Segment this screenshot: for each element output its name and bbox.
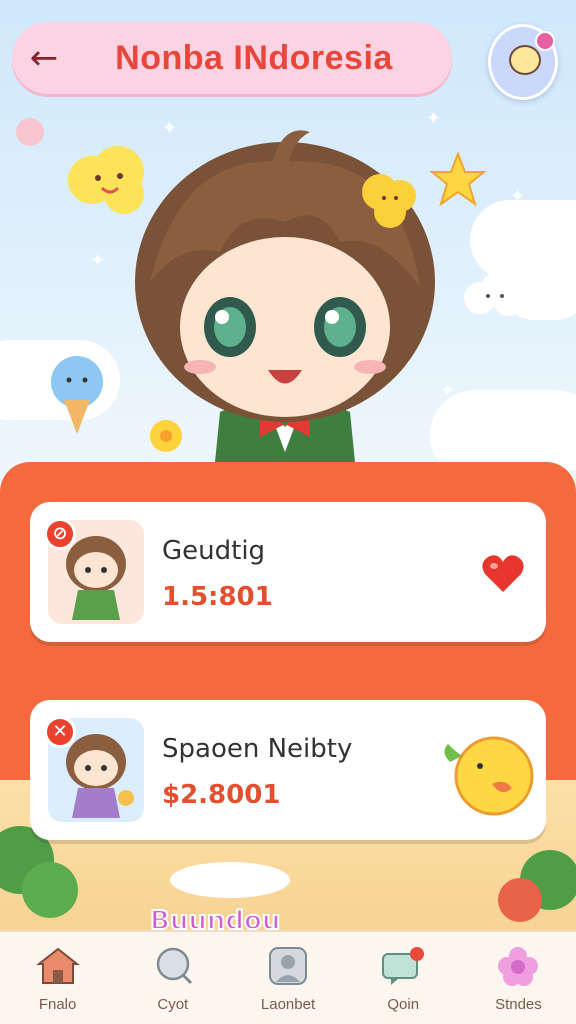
tab-label: Qoin	[387, 996, 420, 1013]
tab-messages[interactable]: Qoin	[346, 932, 461, 1024]
heart-icon[interactable]	[480, 552, 526, 596]
flower-sticker-icon	[16, 118, 44, 146]
mascot-button[interactable]	[488, 24, 558, 100]
notification-badge	[535, 31, 555, 51]
tab-stickers[interactable]: Stndes	[461, 932, 576, 1024]
header-bar: ← Nonba INdoresia	[12, 22, 452, 94]
sparkle-icon: ✦	[510, 186, 526, 207]
hero-character-illustration	[135, 130, 435, 462]
message-icon	[382, 947, 425, 985]
tab-label: Fnalo	[38, 996, 77, 1013]
bottom-tab-bar: Fnalo Cyot Laonbet Qoin Stndes	[0, 930, 576, 1024]
page-title: Nonba INdoresia	[115, 38, 393, 77]
item-name: Spaoen Neibty	[162, 734, 353, 764]
chick-icon[interactable]	[440, 722, 540, 818]
item-name: Geudtig	[162, 536, 266, 566]
flower-icon	[498, 947, 539, 986]
tab-chat[interactable]: Cyot	[115, 932, 230, 1024]
ufo-mascot-icon	[509, 45, 541, 75]
tab-profile[interactable]: Laonbet	[230, 932, 345, 1024]
item-price: 1.5:801	[162, 582, 273, 612]
tab-home[interactable]: Fnalo	[0, 932, 115, 1024]
tab-label: Laonbet	[260, 996, 316, 1013]
cloud-face-icon	[464, 272, 522, 316]
back-button[interactable]: ←	[12, 22, 76, 94]
home-icon	[35, 947, 80, 984]
cloud	[430, 390, 576, 470]
sparkle-icon: ✦	[90, 250, 106, 271]
slash-icon[interactable]: ⊘	[44, 518, 76, 550]
item-price: $2.8001	[162, 780, 281, 810]
tab-label: Stndes	[495, 996, 542, 1013]
tab-label: Cyot	[157, 996, 189, 1013]
chat-bubble-icon	[156, 947, 192, 985]
profile-icon	[269, 947, 307, 985]
ice-cream-icon	[51, 356, 103, 434]
list-item[interactable]: ✕ Spaoen Neibty $2.8001	[30, 700, 546, 840]
close-icon[interactable]: ✕	[44, 716, 76, 748]
arrow-left-icon: ←	[29, 38, 59, 78]
list-item[interactable]: ⊘ Geudtig 1.5:801	[30, 502, 546, 642]
